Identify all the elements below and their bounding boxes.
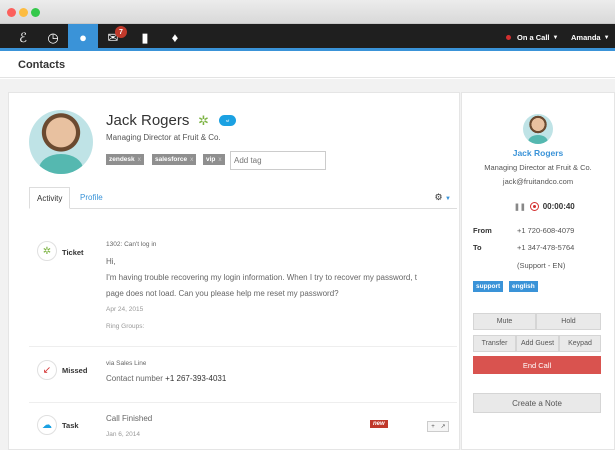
history-clock-icon[interactable]: ◷ bbox=[38, 24, 68, 51]
from-number: +1 720-608-4079 bbox=[517, 226, 575, 235]
contact-title: Managing Director at Fruit & Co. bbox=[106, 133, 221, 142]
pause-icon[interactable]: ❚❚ bbox=[514, 203, 526, 211]
activity-type-label: Task bbox=[62, 421, 79, 430]
to-number: +1 347-478-5764 bbox=[517, 243, 575, 252]
tag-label: salesforce bbox=[155, 156, 188, 163]
tab-profile[interactable]: Profile bbox=[73, 187, 110, 209]
new-badge: new bbox=[370, 420, 388, 428]
contact-number-value[interactable]: +1 267-393-4031 bbox=[165, 374, 226, 383]
from-label: From bbox=[473, 226, 492, 235]
task-actions: + ↗ bbox=[427, 421, 449, 432]
remove-tag-icon[interactable]: x bbox=[218, 156, 221, 163]
top-navbar: ℰ ◷ ● ✉ 7 ▮ ♦ On a Call ▼ Amanda ▼ bbox=[0, 24, 615, 51]
create-note-button[interactable]: Create a Note bbox=[473, 393, 601, 413]
activity-divider bbox=[29, 346, 457, 347]
activity-type-label: Missed bbox=[62, 366, 88, 375]
contacts-person-icon[interactable]: ● bbox=[68, 24, 98, 51]
live-status-dot-icon bbox=[506, 35, 511, 40]
caller-avatar bbox=[523, 114, 553, 144]
call-tag-support: support bbox=[473, 281, 504, 292]
window-minimize-button[interactable] bbox=[19, 8, 28, 17]
task-subject: Call Finished bbox=[106, 414, 153, 423]
chevron-down-icon: ▼ bbox=[552, 34, 559, 41]
add-tag-input[interactable] bbox=[230, 151, 326, 170]
transfer-button[interactable]: Transfer bbox=[473, 335, 516, 352]
task-date: Jan 6, 2014 bbox=[106, 431, 140, 438]
missed-call-icon: ↙ bbox=[37, 360, 57, 380]
hold-button[interactable]: Hold bbox=[536, 313, 601, 330]
gear-icon: ⚙ bbox=[434, 192, 443, 202]
call-status-dropdown[interactable]: On a Call ▼ bbox=[506, 24, 558, 51]
add-guest-button[interactable]: Add Guest bbox=[516, 335, 559, 352]
call-panel: Jack Rogers Managing Director at Fruit &… bbox=[461, 92, 615, 450]
call-timer: ❚❚ 00:00:40 bbox=[514, 202, 575, 211]
add-icon[interactable]: + bbox=[428, 422, 438, 431]
page-title: Contacts bbox=[18, 59, 66, 71]
ticket-date: Apr 24, 2015 bbox=[106, 306, 144, 313]
call-status-label: On a Call bbox=[517, 33, 550, 42]
tag-salesforce: salesforce x bbox=[152, 154, 197, 165]
contact-tabs: Activity Profile ⚙ ▼ bbox=[29, 187, 457, 209]
mute-button[interactable]: Mute bbox=[473, 313, 536, 330]
ticket-subject[interactable]: 1302: Can't log in bbox=[106, 241, 156, 248]
chevron-down-icon: ▼ bbox=[445, 196, 451, 202]
chevron-down-icon: ▼ bbox=[603, 34, 610, 41]
tab-activity[interactable]: Activity bbox=[29, 187, 71, 209]
end-call-button[interactable]: End Call bbox=[473, 356, 601, 374]
settings-dropdown[interactable]: ⚙ ▼ bbox=[434, 192, 451, 203]
contact-panel: Jack Rogers ✲ sf Managing Director at Fr… bbox=[8, 92, 460, 450]
ring-groups-label: Ring Groups: bbox=[106, 323, 145, 330]
salesforce-cloud-icon: ☁ bbox=[37, 415, 57, 435]
contact-number-label: Contact number bbox=[106, 374, 163, 383]
remove-tag-icon[interactable]: x bbox=[190, 156, 193, 163]
pin-icon[interactable]: ♦ bbox=[160, 24, 190, 51]
activity-divider bbox=[29, 402, 457, 403]
ticket-body-line-2: page does not load. Can you please help … bbox=[106, 289, 339, 298]
caller-name[interactable]: Jack Rogers bbox=[462, 148, 614, 158]
keypad-button[interactable]: Keypad bbox=[559, 335, 601, 352]
caller-email: jack@fruitandco.com bbox=[502, 177, 574, 186]
zendesk-gear-icon[interactable]: ✲ bbox=[198, 114, 212, 128]
ticket-body-line-1: I'm having trouble recovering my login i… bbox=[106, 273, 417, 282]
call-duration: 00:00:40 bbox=[542, 202, 575, 211]
tag-label: zendesk bbox=[109, 156, 135, 163]
call-tag-english: english bbox=[509, 281, 538, 292]
zendesk-gear-icon: ✲ bbox=[37, 241, 57, 261]
tag-vip: vip x bbox=[203, 154, 225, 165]
app-logo-icon[interactable]: ℰ bbox=[8, 24, 38, 51]
activity-type-label: Ticket bbox=[62, 248, 84, 257]
window-titlebar bbox=[0, 0, 615, 24]
contact-avatar bbox=[29, 110, 93, 174]
missed-call-via: via Sales Line bbox=[106, 360, 147, 367]
reports-bar-chart-icon[interactable]: ▮ bbox=[130, 24, 160, 51]
to-label: To bbox=[473, 243, 482, 252]
page-header: Contacts bbox=[0, 54, 615, 78]
salesforce-cloud-icon[interactable]: sf bbox=[219, 115, 236, 126]
tag-label: vip bbox=[206, 156, 216, 163]
window-maximize-button[interactable] bbox=[31, 8, 40, 17]
user-menu-dropdown[interactable]: Amanda ▼ bbox=[571, 24, 610, 51]
inbox-mail-icon[interactable]: ✉ 7 bbox=[98, 24, 128, 51]
record-icon[interactable] bbox=[529, 202, 539, 211]
remove-tag-icon[interactable]: x bbox=[138, 156, 141, 163]
caller-title: Managing Director at Fruit & Co. bbox=[484, 163, 592, 172]
share-icon[interactable]: ↗ bbox=[438, 422, 448, 431]
user-name-label: Amanda bbox=[571, 33, 601, 42]
tag-zendesk: zendesk x bbox=[106, 154, 144, 165]
missed-call-contact: Contact number +1 267-393-4031 bbox=[106, 374, 226, 383]
ticket-greeting: Hi, bbox=[106, 257, 116, 266]
contact-name: Jack Rogers bbox=[106, 112, 190, 129]
inbox-count-badge: 7 bbox=[115, 26, 127, 38]
to-detail: (Support - EN) bbox=[517, 261, 566, 270]
window-close-button[interactable] bbox=[7, 8, 16, 17]
